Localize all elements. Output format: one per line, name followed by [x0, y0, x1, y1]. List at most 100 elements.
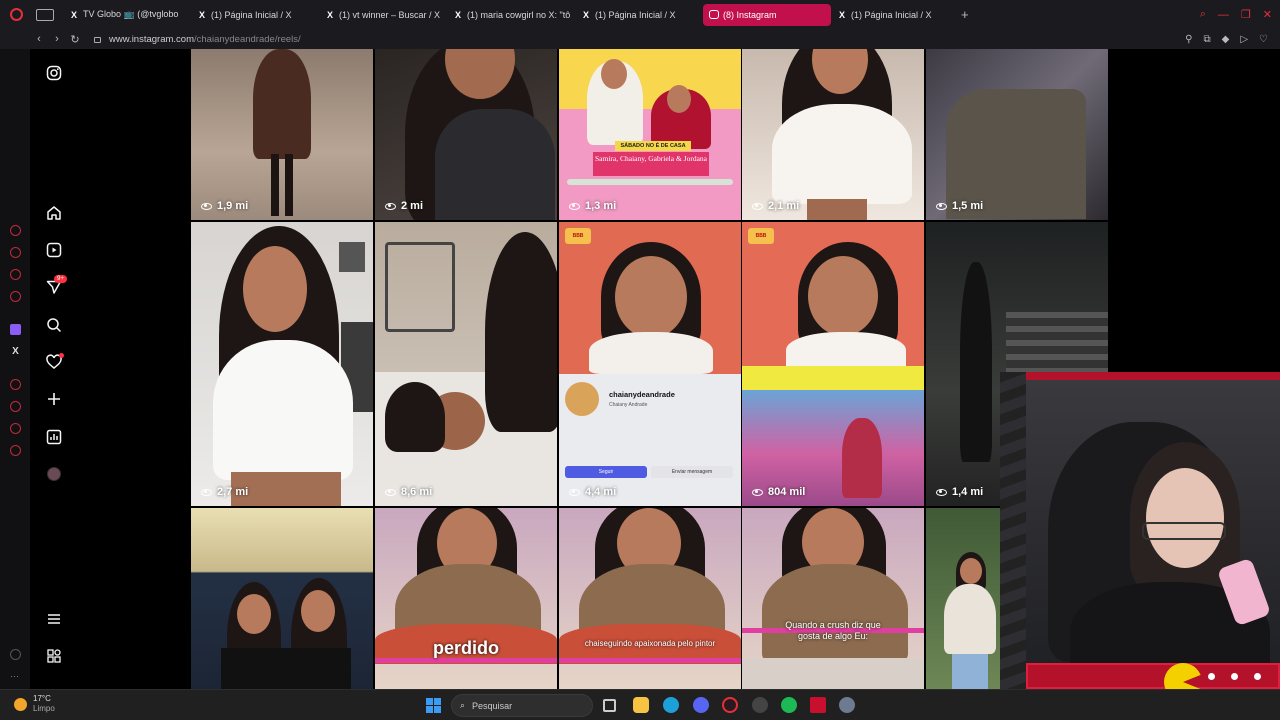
- restore-icon[interactable]: ❐: [1241, 8, 1251, 21]
- reel-thumbnail[interactable]: 8,6 mi: [375, 222, 557, 506]
- reel-thumbnail[interactable]: BBB 804 mil: [742, 222, 924, 506]
- instagram-sidebar-icon[interactable]: [10, 247, 21, 258]
- reel-thumbnail[interactable]: 2 mi: [375, 49, 557, 220]
- player-icon[interactable]: ▷: [1240, 34, 1248, 45]
- instagram-icon: [709, 10, 719, 19]
- reel-views: 1,5 mi: [936, 200, 983, 212]
- browser-tab[interactable]: X (1) Página Inicial / X: [191, 4, 319, 26]
- file-explorer-icon[interactable]: [633, 697, 649, 713]
- reel-views: 2 mi: [385, 200, 423, 212]
- url-field[interactable]: www.instagram.com/chaianydeandrade/reels…: [109, 34, 301, 45]
- x-sidebar-icon[interactable]: X: [10, 346, 21, 357]
- taskbar-search[interactable]: ⌕ Pesquisar: [451, 694, 593, 717]
- reel-views: 8,6 mi: [385, 486, 432, 498]
- reel-thumbnail[interactable]: Quando a crush diz que gosta de algo Eu:: [742, 508, 924, 689]
- instagram-logo-icon[interactable]: [46, 65, 62, 81]
- search-icon[interactable]: [46, 317, 62, 333]
- reels-grid: 1,9 mi 2 mi SÁBADO NO É DE CASA Samira, …: [191, 49, 1109, 689]
- eye-icon: [936, 202, 947, 210]
- windows-start-icon[interactable]: [426, 698, 441, 713]
- webcam-overlay: [1000, 372, 1280, 689]
- heart-icon[interactable]: ♡: [1259, 34, 1268, 45]
- edge-icon[interactable]: [663, 697, 679, 713]
- settings-icon[interactable]: [10, 445, 21, 456]
- home-icon[interactable]: [46, 205, 62, 221]
- reels-icon[interactable]: [46, 242, 62, 258]
- weather-widget[interactable]: 17°C Limpo: [14, 694, 55, 714]
- eye-icon: [752, 202, 763, 210]
- browser-tab[interactable]: X (1) maria cowgirl no X: "tô: [447, 4, 575, 26]
- notification-dot: [59, 353, 64, 358]
- chat-icon[interactable]: [10, 423, 21, 434]
- shield-icon[interactable]: ◆: [1222, 34, 1230, 45]
- reel-views: 2,1 mi: [752, 200, 799, 212]
- reel-thumbnail[interactable]: perdido: [375, 508, 557, 689]
- instagram-sidebar: 9+: [30, 49, 190, 689]
- snapshot-icon[interactable]: ⧉: [1203, 34, 1210, 45]
- more-apps-icon[interactable]: [46, 648, 62, 664]
- reel-thumbnail[interactable]: 1,9 mi: [191, 49, 373, 220]
- dashboard-icon[interactable]: [46, 429, 62, 445]
- opera-gx-icon[interactable]: [722, 697, 738, 713]
- opera-sidebar: X ···: [0, 49, 30, 689]
- settings-gear-icon[interactable]: [839, 697, 855, 713]
- eye-icon: [201, 202, 212, 210]
- search-tabs-icon[interactable]: ⌕: [1200, 8, 1206, 21]
- profile-picture: [565, 382, 599, 416]
- reel-thumbnail[interactable]: SÁBADO NO É DE CASA Samira, Chaiany, Gab…: [559, 49, 741, 220]
- opera-logo-icon[interactable]: [0, 0, 32, 29]
- back-icon[interactable]: ‹: [30, 33, 48, 45]
- message-button: Enviar mensagem: [651, 466, 733, 478]
- app-icon[interactable]: [810, 697, 826, 713]
- reel-tag: SÁBADO NO É DE CASA: [615, 141, 691, 151]
- reel-caption: perdido: [433, 638, 499, 658]
- messenger-icon[interactable]: [10, 225, 21, 236]
- history-icon[interactable]: [10, 401, 21, 412]
- task-view-icon[interactable]: [603, 699, 616, 712]
- menu-icon[interactable]: [46, 611, 62, 627]
- eye-icon: [569, 202, 580, 210]
- gx-icon[interactable]: [10, 649, 21, 660]
- reel-thumbnail[interactable]: BBB chaianydeandrade Chaiany Andrade Seg…: [559, 222, 741, 506]
- vk-icon[interactable]: [10, 269, 21, 280]
- reel-thumbnail[interactable]: 2,7 mi: [191, 222, 373, 506]
- new-tab-icon[interactable]: +: [961, 7, 979, 22]
- reel-thumbnail[interactable]: 1,5 mi: [926, 49, 1108, 220]
- x-icon: X: [70, 9, 77, 20]
- browser-tab[interactable]: X (1) vt winner – Buscar / X: [319, 4, 447, 26]
- x-icon: X: [582, 9, 589, 20]
- browser-tab-active[interactable]: (8) Instagram: [703, 3, 831, 26]
- reel-figure: [253, 49, 311, 159]
- browser-tab[interactable]: X TV Globo 📺 (@tvglobo: [63, 4, 191, 26]
- reel-thumbnail[interactable]: 2,1 mi: [742, 49, 924, 220]
- eye-icon: [385, 488, 396, 496]
- telegram-icon[interactable]: [10, 291, 21, 302]
- profile-avatar[interactable]: [47, 467, 61, 481]
- minimize-icon[interactable]: —: [1218, 9, 1229, 21]
- reload-icon[interactable]: ↻: [66, 33, 84, 46]
- player-sidebar-icon[interactable]: [10, 379, 21, 390]
- eye-icon: [201, 488, 212, 496]
- sun-icon: [14, 697, 27, 711]
- obs-icon[interactable]: [752, 697, 768, 713]
- browser-tab[interactable]: X (1) Página Inicial / X: [831, 4, 959, 26]
- forward-icon[interactable]: ›: [48, 33, 66, 45]
- pin-icon[interactable]: ⚲: [1185, 34, 1192, 45]
- create-icon[interactable]: [46, 391, 62, 407]
- address-bar: ‹ › ↻ www.instagram.com/chaianydeandrade…: [0, 29, 1280, 49]
- spotify-icon[interactable]: [781, 697, 797, 713]
- discord-icon[interactable]: [693, 697, 709, 713]
- reel-thumbnail[interactable]: [191, 508, 373, 689]
- reel-names: Samira, Chaiany, Gabriela & Jordana: [593, 152, 709, 176]
- browser-tab[interactable]: X (1) Página Inicial / X: [575, 4, 703, 26]
- workspaces-icon[interactable]: [36, 8, 54, 21]
- x-icon: X: [838, 9, 845, 20]
- twitch-icon[interactable]: [10, 324, 21, 335]
- reel-thumbnail[interactable]: chaiseguindo apaixonada pelo pintor: [559, 508, 741, 689]
- follow-button: Seguir: [565, 466, 647, 478]
- eye-icon: [752, 488, 763, 496]
- close-icon[interactable]: ✕: [1263, 8, 1272, 21]
- reel-caption: chaiseguindo apaixonada pelo pintor: [584, 639, 716, 648]
- address-bar-tools: ⚲ ⧉ ◆ ▷ ♡: [1185, 29, 1268, 49]
- more-icon[interactable]: ···: [10, 671, 19, 681]
